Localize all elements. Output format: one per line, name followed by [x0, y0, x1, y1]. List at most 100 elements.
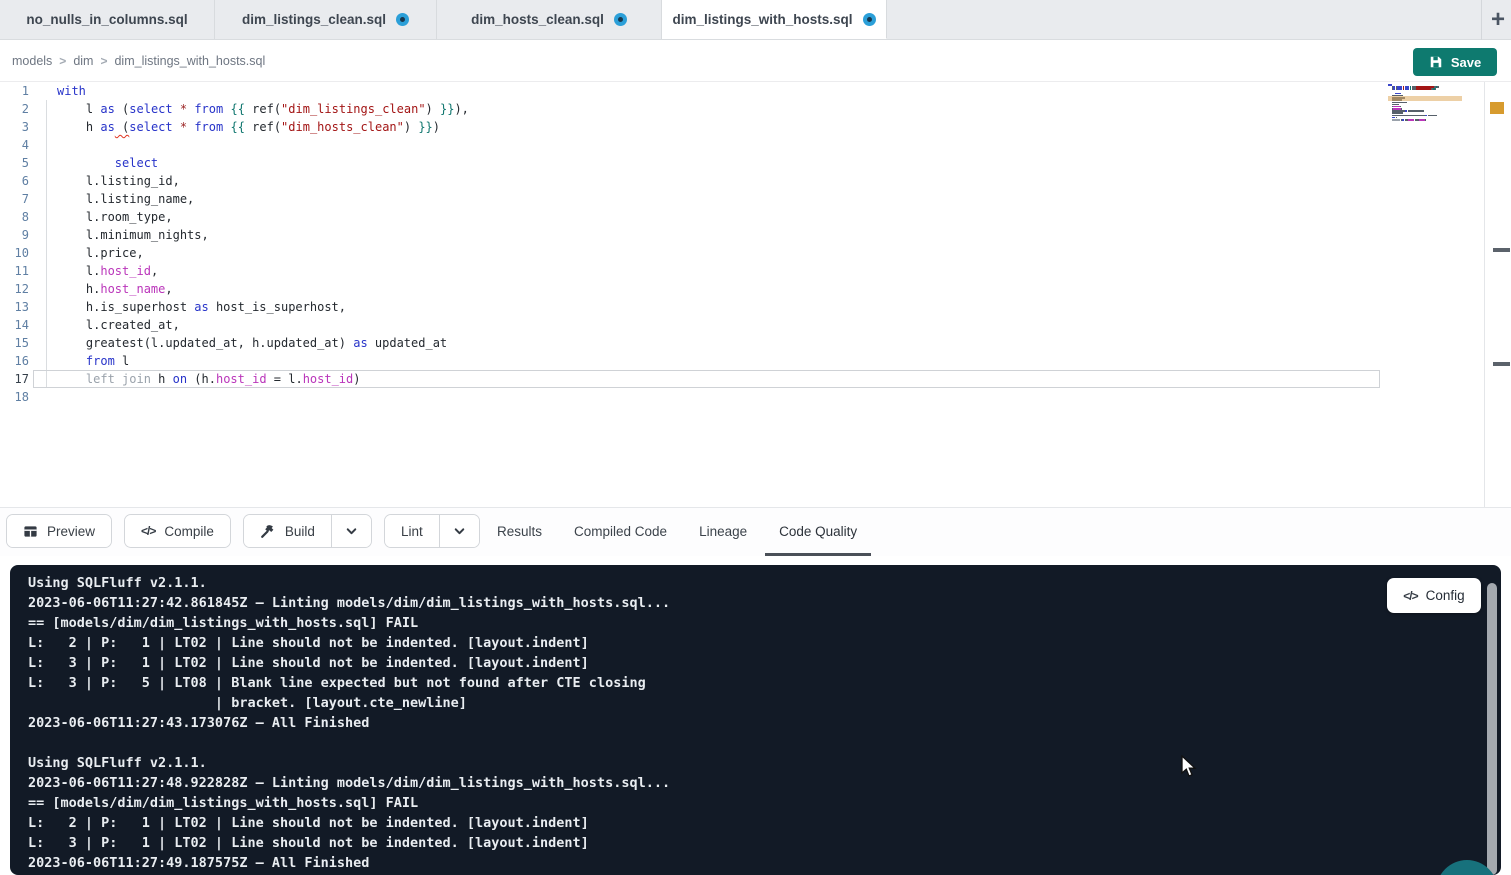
code-token: from	[86, 354, 115, 368]
code-token: from	[194, 120, 223, 134]
breadcrumb-bar: models>dim>dim_listings_with_hosts.sql S…	[0, 41, 1511, 82]
code-token: as	[100, 120, 114, 134]
code-token: l.	[57, 264, 100, 278]
new-tab-button[interactable]: +	[1486, 5, 1510, 35]
terminal-line: | bracket. [layout.cte_newline]	[28, 693, 670, 713]
breadcrumb-item[interactable]: dim	[73, 54, 93, 68]
code-token: h.	[57, 282, 100, 296]
breadcrumb: models>dim>dim_listings_with_hosts.sql	[0, 54, 265, 68]
preview-button[interactable]: Preview	[7, 515, 111, 547]
code-token: l.room_type,	[57, 210, 173, 224]
code-token: )	[433, 120, 440, 134]
lint-button[interactable]: Lint	[385, 515, 439, 547]
code-line: with	[57, 82, 86, 100]
editor-tab-dim-hosts-clean-sql[interactable]: dim_hosts_clean.sql	[437, 0, 662, 39]
ruler-warning-marker-icon	[1490, 102, 1504, 114]
config-button[interactable]: </> Config	[1387, 578, 1481, 613]
tab-label: dim_hosts_clean.sql	[471, 12, 604, 27]
terminal-panel[interactable]: Using SQLFluff v2.1.1.2023-06-06T11:27:4…	[10, 565, 1501, 875]
minimap-token	[1408, 110, 1424, 112]
build-button[interactable]: Build	[244, 515, 331, 547]
code-token: with	[57, 84, 86, 98]
line-number: 1	[22, 82, 29, 100]
line-number: 14	[15, 316, 29, 334]
code-token: )	[353, 372, 360, 386]
editor-tab-dim-listings-with-hosts-sql[interactable]: dim_listings_with_hosts.sql	[662, 0, 887, 39]
code-line: l.room_type,	[57, 208, 173, 226]
code-token: l	[57, 102, 100, 116]
code-token: (	[115, 102, 129, 116]
code-token: host_name	[100, 282, 165, 296]
code-line: l.listing_id,	[57, 172, 180, 190]
code-token: "dim_listings_clean"	[281, 102, 426, 116]
floppy-disk-icon	[1429, 55, 1443, 69]
line-number: 4	[22, 136, 29, 154]
line-number: 8	[22, 208, 29, 226]
code-token: host_id	[100, 264, 151, 278]
hammer-icon	[260, 523, 276, 539]
minimap-token	[1425, 119, 1426, 121]
terminal-line: L: 2 | P: 1 | LT02 | Line should not be …	[28, 633, 670, 653]
terminal-scrollbar[interactable]	[1487, 583, 1497, 875]
ruler-dash-marker-icon	[1493, 362, 1510, 366]
breadcrumb-item[interactable]: models	[12, 54, 52, 68]
minimap-token	[1437, 86, 1439, 88]
code-line: greatest(l.updated_at, h.updated_at) as …	[57, 334, 447, 352]
code-token: host_id	[303, 372, 354, 386]
ide-window: no_nulls_in_columns.sqldim_listings_clea…	[0, 0, 1511, 875]
editor-tab-dim-listings-clean-sql[interactable]: dim_listings_clean.sql	[215, 0, 437, 39]
button-label: Lint	[401, 524, 423, 539]
line-number: 18	[15, 388, 29, 406]
code-token: ,	[151, 264, 158, 278]
panel-tab-lineage[interactable]: Lineage	[685, 510, 761, 556]
terminal-line: Using SQLFluff v2.1.1.	[28, 573, 670, 593]
code-icon: </>	[1403, 589, 1417, 603]
line-number: 5	[22, 154, 29, 172]
code-token: host_id	[216, 372, 267, 386]
line-number: 13	[15, 298, 29, 316]
line-number: 12	[15, 280, 29, 298]
code-token: )	[404, 120, 418, 134]
editor-tab-no-nulls-in-columns-sql[interactable]: no_nulls_in_columns.sql	[0, 0, 215, 39]
line-number: 3	[22, 118, 29, 136]
compile-button[interactable]: </>Compile	[125, 515, 230, 547]
minimap-viewport[interactable]	[1388, 96, 1462, 101]
code-area[interactable]: with l as (select * from {{ ref("dim_lis…	[57, 82, 1391, 507]
code-token: h	[151, 372, 173, 386]
breadcrumb-chevron-icon: >	[59, 54, 66, 68]
minimap-token	[1416, 88, 1431, 90]
terminal-line: == [models/dim/dim_listings_with_hosts.s…	[28, 613, 670, 633]
line-number: 7	[22, 190, 29, 208]
button-label: Compile	[164, 524, 214, 539]
code-line: l.host_id,	[57, 262, 158, 280]
minimap[interactable]	[1388, 84, 1462, 234]
code-line: l.listing_name,	[57, 190, 194, 208]
code-line: h as (select * from {{ ref("dim_hosts_cl…	[57, 118, 440, 136]
panel-tab-code-quality[interactable]: Code Quality	[765, 510, 871, 556]
panel-tab-compiled-code[interactable]: Compiled Code	[560, 510, 681, 556]
code-editor[interactable]: 123456789101112131415161718 with l as (s…	[0, 82, 1511, 507]
code-token: host_is_superhost,	[209, 300, 346, 314]
breadcrumb-item[interactable]: dim_listings_with_hosts.sql	[114, 54, 265, 68]
code-token: left join	[86, 372, 151, 386]
minimap-token	[1392, 119, 1400, 121]
chevron-down-icon	[345, 525, 358, 538]
save-button[interactable]: Save	[1413, 48, 1497, 76]
build-dropdown-button[interactable]	[331, 515, 371, 547]
code-token	[57, 156, 115, 170]
code-token: l.created_at,	[57, 318, 180, 332]
code-token	[173, 120, 180, 134]
code-token: h.is_superhost	[57, 300, 194, 314]
tab-label: dim_listings_with_hosts.sql	[672, 12, 852, 27]
code-line: l.price,	[57, 244, 144, 262]
code-token	[57, 372, 86, 386]
compile-button-group: </>Compile	[124, 514, 231, 548]
code-token: as	[353, 336, 367, 350]
panel-tab-results[interactable]: Results	[483, 510, 556, 556]
code-token: ref(	[245, 102, 281, 116]
lint-dropdown-button[interactable]	[439, 515, 479, 547]
code-line: left join h on (h.host_id = l.host_id)	[57, 370, 361, 388]
code-token: {{	[230, 102, 244, 116]
minimap-line	[1388, 121, 1462, 123]
panel-tabs: ResultsCompiled CodeLineageCode Quality	[483, 510, 871, 556]
